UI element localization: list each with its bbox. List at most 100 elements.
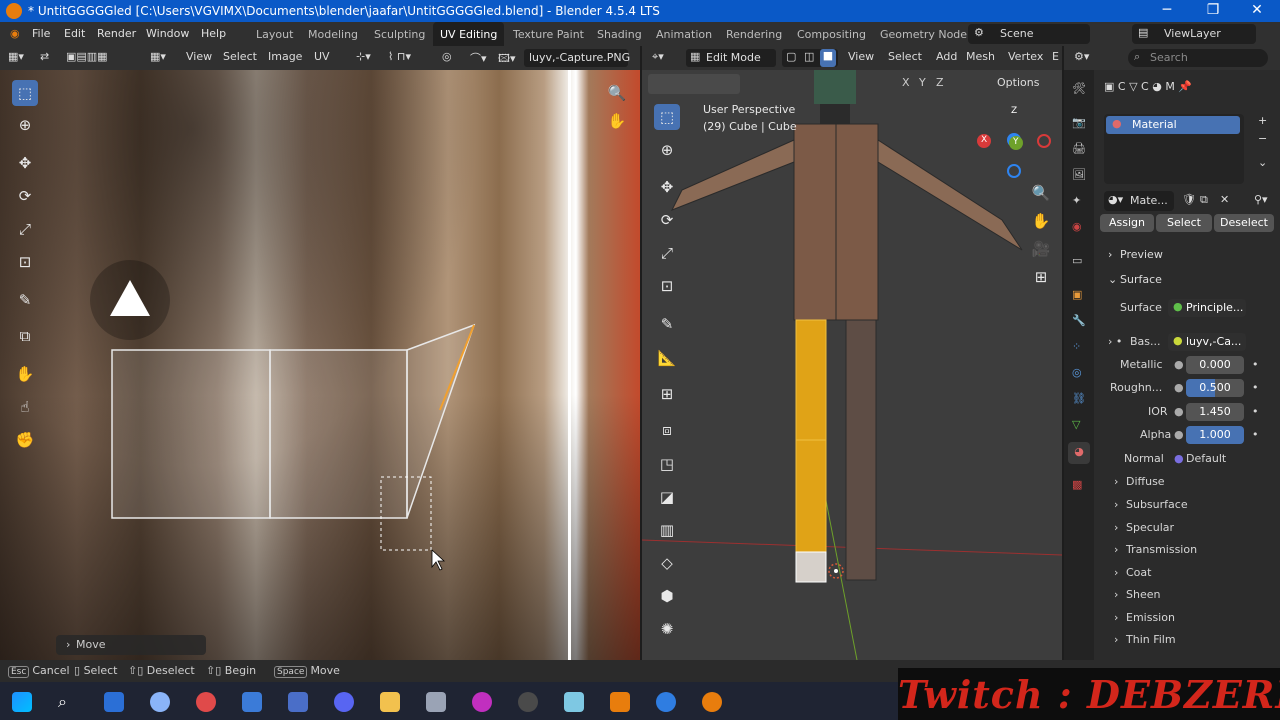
snap-icon[interactable]: ⌇ ⊓▾ [388,50,411,63]
surface-chevron-icon[interactable]: ⌄ [1108,273,1117,286]
tool-poly-build[interactable]: ⬢ [654,583,680,609]
close-button[interactable]: ✕ [1248,2,1266,18]
collection-tab-icon[interactable]: ▭ [1072,254,1082,267]
remove-slot-icon[interactable]: − [1258,132,1267,145]
section-specular[interactable]: Specular [1126,521,1174,534]
world-tab-icon[interactable]: ◉ [1072,220,1082,233]
tool-select-box[interactable]: ⬚ [12,80,38,106]
vertex-select-icon[interactable]: ▢ [786,50,796,63]
render-tab-icon[interactable]: 📷 [1072,116,1086,129]
select-mode-group[interactable]: ▢ ◫ ■ [782,49,838,67]
blender-menu-icon[interactable]: ◉ [10,27,20,40]
tool-bevel[interactable]: ◪ [654,484,680,510]
viewport-menu-mesh[interactable]: Mesh [966,50,995,63]
base-expand-icon[interactable]: › • [1108,335,1122,348]
section-chevron-icon[interactable]: › [1114,475,1118,488]
uv-menu-uv[interactable]: UV [314,50,330,63]
deselect-button[interactable]: Deselect [1214,214,1274,232]
pan-hand-icon[interactable]: ✋ [604,108,630,134]
windows-start-icon[interactable] [12,692,32,712]
tab-compositing[interactable]: Compositing [790,22,873,46]
tool-scale[interactable]: ⤢ [12,216,38,242]
search-icon[interactable]: ⌕ [58,692,78,712]
menu-render[interactable]: Render [97,27,136,40]
tool-annotate[interactable]: ✎ [12,287,38,313]
duplicate-material-icon[interactable]: ⧉ [1200,193,1208,207]
roughness-keyframe-icon[interactable]: • [1252,381,1259,394]
app-weather-icon[interactable] [150,692,170,712]
tool-measure[interactable]: 📐 [654,345,680,371]
viewport-menu-select[interactable]: Select [888,50,922,63]
metallic-field[interactable]: 0.000 [1186,356,1244,374]
alpha-keyframe-icon[interactable]: • [1252,428,1259,441]
app-wireless-icon[interactable] [242,692,262,712]
section-chevron-icon[interactable]: › [1114,588,1118,601]
uv-sync-icon[interactable]: ⇄ [40,50,49,63]
normal-value[interactable]: Default [1186,452,1226,465]
discord-icon[interactable] [334,692,354,712]
options-dropdown[interactable]: Options [997,76,1039,89]
section-chevron-icon[interactable]: › [1114,633,1118,646]
menu-help[interactable]: Help [201,27,226,40]
uv-menu-view[interactable]: View [186,50,212,63]
image-browse-icon[interactable]: 🖾▾ [498,50,516,69]
tab-sculpting[interactable]: Sculpting [367,22,432,46]
tool-rotate[interactable]: ⟳ [12,183,38,209]
scene-tab-icon[interactable]: ✦ [1072,194,1081,207]
app-notes-icon[interactable] [564,692,584,712]
uv-face[interactable] [269,349,408,519]
output-tab-icon[interactable]: 🖨 [1072,142,1086,155]
uv-menu-image[interactable]: Image [268,50,302,63]
app-microphone-icon[interactable] [196,692,216,712]
tool-scale[interactable]: ⤢ [654,240,680,266]
tab-rendering[interactable]: Rendering [719,22,789,46]
section-chevron-icon[interactable]: › [1114,566,1118,579]
gizmo-neg-x-icon[interactable] [1037,134,1051,148]
assign-button[interactable]: Assign [1100,214,1154,232]
material-slot-list[interactable]: ● Material [1104,114,1244,184]
viewport-scene[interactable] [642,70,1062,660]
tool-extrude[interactable]: ⧈ [654,417,680,443]
metallic-keyframe-icon[interactable]: • [1252,358,1259,371]
viewport-menu-view[interactable]: View [848,50,874,63]
roughness-field[interactable]: 0.500 [1186,379,1244,397]
proportional-edit-icon[interactable]: ◎ [442,50,452,63]
menu-edit[interactable]: Edit [64,27,85,40]
pivot-icon[interactable]: ⊹▾ [356,50,371,63]
chrome-icon[interactable] [656,692,676,712]
proportional-falloff-icon[interactable]: ⌒▾ [470,50,487,66]
add-slot-icon[interactable]: + [1258,114,1267,127]
blender-taskbar-icon[interactable] [702,692,722,712]
editor-type-icon[interactable]: ▦▾ [8,50,24,63]
pan-hand-icon[interactable]: ✋ [1028,208,1054,234]
section-chevron-icon[interactable]: › [1114,543,1118,556]
base-color-field[interactable]: ● luyv,-Ca... [1168,333,1246,351]
file-explorer-icon[interactable] [380,692,400,712]
viewport-menu-edge[interactable]: E [1052,50,1059,63]
tool-add-cube[interactable]: ⊞ [654,381,680,407]
character-right-arm[interactable] [877,139,1023,251]
tool-rip[interactable]: ⧉ [12,323,38,349]
app-downloads-icon[interactable] [104,692,124,712]
section-emission[interactable]: Emission [1126,611,1175,624]
zoom-icon[interactable]: 🔍 [604,80,630,106]
fake-user-icon[interactable]: 🛡 [1182,193,1196,206]
gizmo-neg-z-icon[interactable] [1007,164,1021,178]
select-mode-icons[interactable]: ▣▤▥▦ [66,50,108,63]
properties-editor-icon[interactable]: ⚙▾ [1074,50,1089,63]
slot-specials-icon[interactable]: ⌄ [1258,156,1267,169]
tab-shading[interactable]: Shading [590,22,649,46]
preview-chevron-icon[interactable]: › [1108,248,1112,261]
tab-layout[interactable]: Layout [249,22,300,46]
axis-lock-x[interactable]: X [902,76,910,89]
tab-geometry-nodes[interactable]: Geometry Node [873,22,974,46]
section-subsurface[interactable]: Subsurface [1126,498,1188,511]
3d-viewport[interactable]: Z Y X X Y Z Options User Perspective (29… [642,70,1062,660]
tool-spin[interactable]: ✺ [654,616,680,642]
character-neck[interactable] [820,104,850,124]
view-layer-tab-icon[interactable]: 🖼 [1072,168,1086,181]
section-transmission[interactable]: Transmission [1126,543,1197,556]
opera-icon[interactable] [472,692,492,712]
maximize-button[interactable]: ❐ [1204,2,1222,18]
section-thin-film[interactable]: Thin Film [1126,633,1176,646]
